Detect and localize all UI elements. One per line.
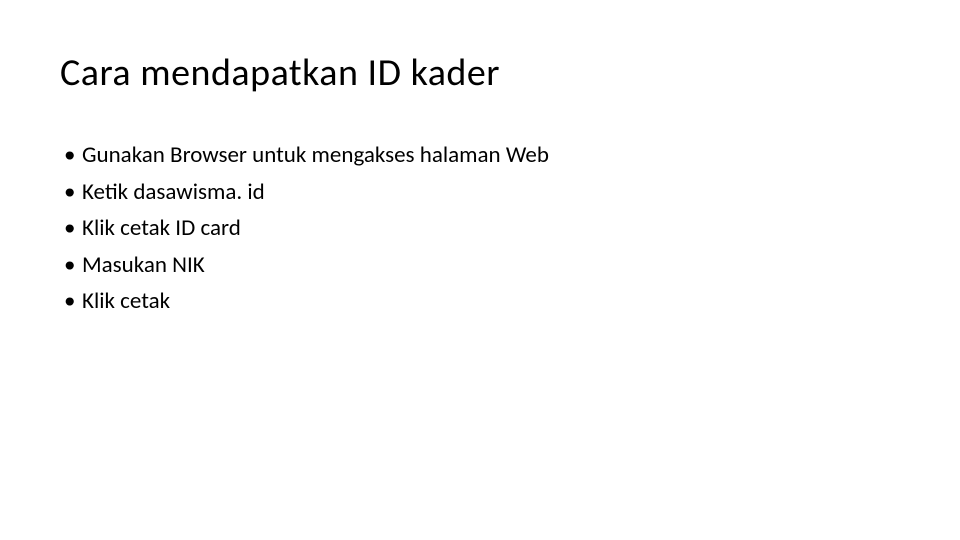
- list-item: Klik cetak: [64, 284, 900, 319]
- list-item: Gunakan Browser untuk mengakses halaman …: [64, 138, 900, 173]
- bullet-list: Gunakan Browser untuk mengakses halaman …: [60, 138, 900, 319]
- list-item: Masukan NIK: [64, 248, 900, 283]
- list-item: Klik cetak ID card: [64, 211, 900, 246]
- list-item: Ketik dasawisma. id: [64, 175, 900, 210]
- slide-title: Cara mendapatkan ID kader: [60, 50, 900, 96]
